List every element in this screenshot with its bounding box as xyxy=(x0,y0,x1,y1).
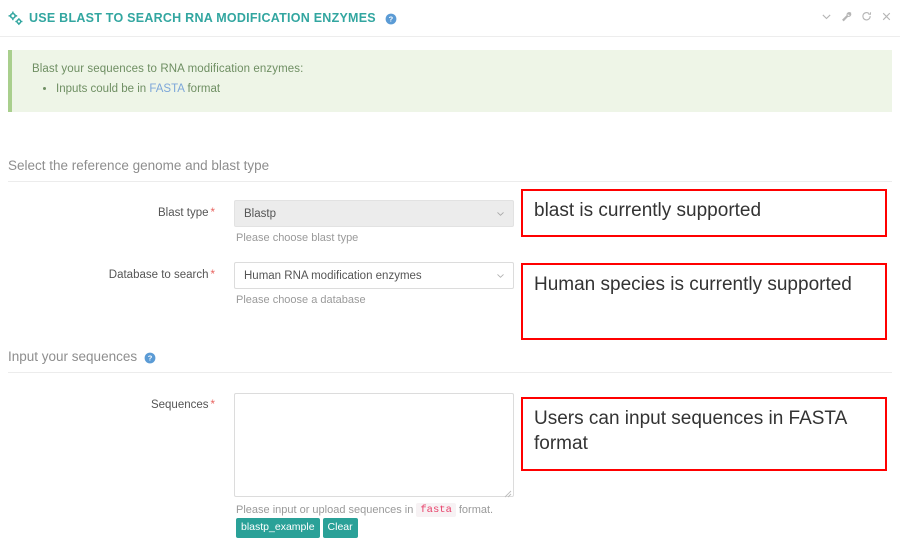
svg-text:?: ? xyxy=(389,14,394,23)
blast-type-hint: Please choose blast type xyxy=(236,232,358,244)
section-heading-genome: Select the reference genome and blast ty… xyxy=(8,158,892,182)
sequences-hint-after: format. xyxy=(459,504,493,516)
fasta-link[interactable]: FASTA xyxy=(149,83,184,95)
annotation-callout-database: Human species is currently supported xyxy=(521,263,887,340)
database-value: Human RNA modification enzymes xyxy=(244,270,496,282)
fasta-code-tag: fasta xyxy=(416,503,456,517)
required-marker: * xyxy=(211,207,215,219)
sequences-label-text: Sequences xyxy=(151,399,209,411)
wrench-icon[interactable] xyxy=(841,11,852,22)
panel-tools xyxy=(821,11,892,22)
sequences-label: Sequences* xyxy=(15,399,215,411)
sequences-hint-before: Please input or upload sequences in xyxy=(236,504,413,516)
cogs-icon xyxy=(8,11,23,26)
svg-text:?: ? xyxy=(148,353,153,362)
help-circle-icon[interactable]: ? xyxy=(144,352,156,364)
blast-type-label-text: Blast type xyxy=(158,207,209,219)
help-circle-icon[interactable]: ? xyxy=(385,13,397,25)
page-title-text: USE BLAST TO SEARCH RNA MODIFICATION ENZ… xyxy=(29,11,376,25)
alert-list: Inputs could be in FASTA format xyxy=(36,83,220,95)
alert-item-before: Inputs could be in xyxy=(56,83,149,95)
database-select[interactable]: Human RNA modification enzymes xyxy=(234,262,514,289)
page-title: USE BLAST TO SEARCH RNA MODIFICATION ENZ… xyxy=(8,10,397,25)
chevron-down-icon xyxy=(496,209,505,218)
annotation-callout-blast-type: blast is currently supported xyxy=(521,189,887,237)
annotation-callout-sequences: Users can input sequences in FASTA forma… xyxy=(521,397,887,471)
section-heading-genome-text: Select the reference genome and blast ty… xyxy=(8,158,269,173)
sequences-hint: Please input or upload sequences in fast… xyxy=(236,503,493,517)
clear-button[interactable]: Clear xyxy=(323,518,358,538)
panel-header: USE BLAST TO SEARCH RNA MODIFICATION ENZ… xyxy=(0,0,900,37)
refresh-icon[interactable] xyxy=(861,11,872,22)
database-label: Database to search* xyxy=(15,269,215,281)
section-heading-sequences-text: Input your sequences xyxy=(8,349,137,364)
required-marker: * xyxy=(211,399,215,411)
info-alert: Blast your sequences to RNA modification… xyxy=(8,50,892,112)
sequences-input[interactable] xyxy=(234,393,514,497)
required-marker: * xyxy=(211,269,215,281)
database-label-text: Database to search xyxy=(109,269,209,281)
alert-item-after: format xyxy=(184,83,220,95)
blastp-example-button[interactable]: blastp_example xyxy=(236,518,320,538)
blast-type-select[interactable]: Blastp xyxy=(234,200,514,227)
database-hint: Please choose a database xyxy=(236,294,366,306)
list-item: Inputs could be in FASTA format xyxy=(56,83,220,95)
close-icon[interactable] xyxy=(881,11,892,22)
collapse-chevron-icon[interactable] xyxy=(821,11,832,22)
chevron-down-icon xyxy=(496,271,505,280)
section-heading-sequences: Input your sequences ? xyxy=(8,349,892,373)
alert-heading: Blast your sequences to RNA modification… xyxy=(32,63,303,75)
sequences-button-row: blastp_example Clear xyxy=(236,518,358,538)
blast-type-value: Blastp xyxy=(244,208,496,220)
blast-type-label: Blast type* xyxy=(15,207,215,219)
